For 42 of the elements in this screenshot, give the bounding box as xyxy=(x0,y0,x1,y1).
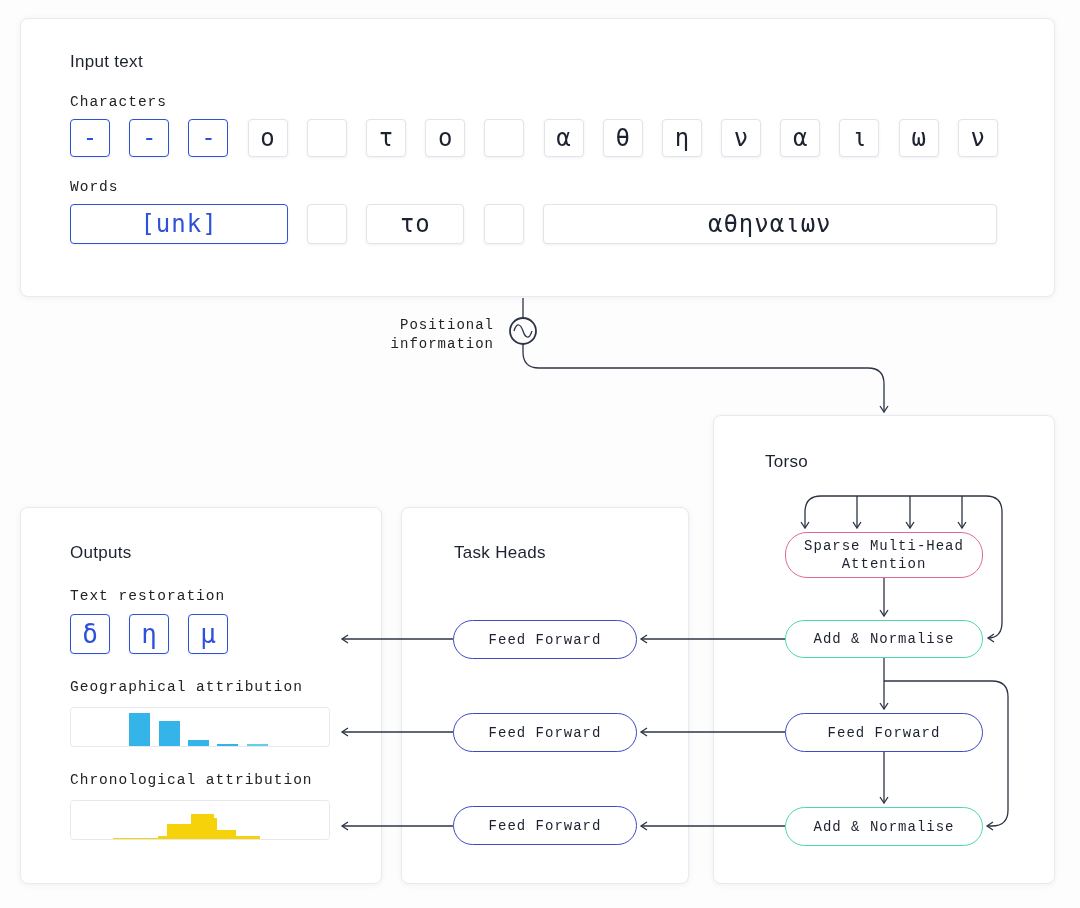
torso-node: Add & Normalise xyxy=(785,620,983,658)
section-label: Geographical attribution xyxy=(70,679,304,695)
character-token: ι xyxy=(839,119,880,157)
task-head-node: Feed Forward xyxy=(453,620,637,659)
connector-arrow xyxy=(879,751,889,805)
positional-label: Positional information xyxy=(389,316,494,354)
character-token: α xyxy=(780,119,821,157)
torso-node: Feed Forward xyxy=(785,713,983,752)
word-token: [unk] xyxy=(70,204,288,244)
card-title: Outputs xyxy=(70,543,133,563)
character-token: ο xyxy=(425,119,466,157)
section-label: Words xyxy=(70,179,120,195)
card-title: Torso xyxy=(765,452,810,472)
connector-line xyxy=(522,297,524,319)
character-token: μ xyxy=(188,614,228,654)
character-token: - xyxy=(129,119,170,157)
character-token: α xyxy=(543,119,584,157)
character-token: τ xyxy=(365,119,406,157)
connector-arrow xyxy=(879,657,889,711)
word-token: το xyxy=(366,204,465,244)
section-label: Chronological attribution xyxy=(70,772,314,788)
character-token: - xyxy=(70,119,110,157)
character-token: ν xyxy=(957,119,998,157)
task-head-node: Feed Forward xyxy=(453,806,637,845)
character-token: ω xyxy=(898,119,939,157)
word-token: αθηναιων xyxy=(542,204,997,244)
character-token: θ xyxy=(602,119,643,157)
character-token: η xyxy=(661,119,702,157)
connector-arrow xyxy=(879,577,889,618)
section-label: Text restoration xyxy=(70,588,227,604)
character-token: ν xyxy=(721,119,762,157)
character-token: η xyxy=(129,614,169,654)
character-token: ο xyxy=(247,119,288,157)
wave-circle-icon xyxy=(509,317,537,345)
torso-node: Sparse Multi-Head Attention xyxy=(785,532,983,578)
task-head-node: Feed Forward xyxy=(453,713,637,752)
card-title: Input text xyxy=(70,52,144,72)
character-token: δ xyxy=(70,614,110,654)
character-token: - xyxy=(188,119,229,157)
torso-node: Add & Normalise xyxy=(785,807,983,846)
section-label: Characters xyxy=(70,94,168,110)
card-title: Task Heads xyxy=(454,543,547,563)
